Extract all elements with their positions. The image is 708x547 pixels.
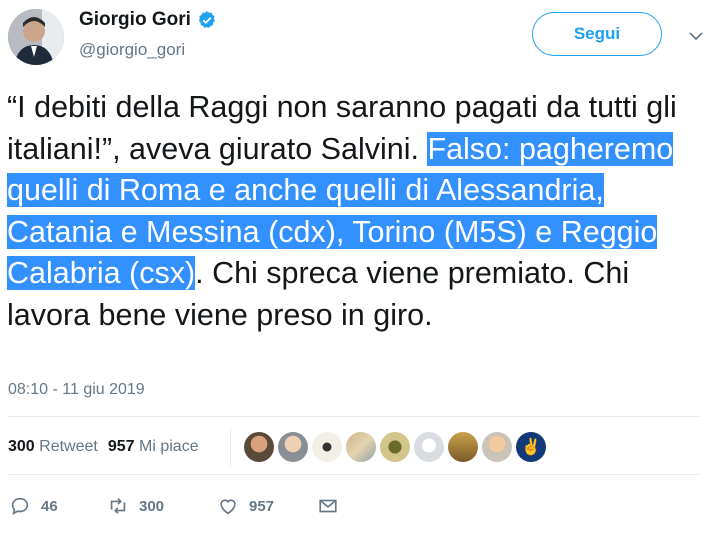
retweet-count: 300 (139, 497, 165, 515)
author-name-row[interactable]: Giorgio Gori (79, 9, 217, 31)
tweet-text: “I debiti della Raggi non saranno pagati… (7, 87, 702, 336)
retweet-button[interactable]: 300 (107, 495, 217, 517)
liker-avatar[interactable] (414, 432, 444, 462)
liker-avatar[interactable] (346, 432, 376, 462)
engagement-stats: 300 Retweet 957 Mi piace (8, 438, 199, 456)
author-handle[interactable]: @giorgio_gori (79, 40, 185, 60)
divider-top (8, 416, 700, 417)
liker-avatar[interactable] (278, 432, 308, 462)
reply-button[interactable]: 46 (9, 495, 107, 517)
verified-badge-icon (198, 11, 215, 28)
tweet-actions: 46 300 957 (9, 495, 339, 517)
author-avatar[interactable] (8, 9, 64, 65)
tweet-timestamp[interactable]: 08:10 - 11 giu 2019 (8, 381, 145, 399)
follow-button[interactable]: Segui (532, 12, 662, 56)
liker-avatar[interactable] (244, 432, 274, 462)
liker-avatar[interactable]: ✌ (516, 432, 546, 462)
divider-bottom (8, 474, 700, 475)
envelope-icon (319, 499, 337, 513)
liker-avatars: ✌ (244, 432, 546, 462)
reply-count: 46 (41, 497, 58, 515)
message-button[interactable] (317, 495, 339, 517)
retweet-stat[interactable]: 300 Retweet (8, 438, 98, 456)
stats-separator (230, 428, 231, 466)
author-name[interactable]: Giorgio Gori (79, 9, 191, 31)
liker-avatar[interactable] (380, 432, 410, 462)
liker-avatar[interactable] (482, 432, 512, 462)
liker-avatar[interactable] (312, 432, 342, 462)
reply-icon (11, 497, 29, 515)
heart-icon (220, 499, 236, 515)
like-count: 957 (249, 497, 275, 515)
like-stat[interactable]: 957 Mi piace (108, 438, 199, 456)
retweet-icon (110, 498, 126, 514)
liker-avatar[interactable] (448, 432, 478, 462)
chevron-down-icon[interactable] (686, 26, 706, 46)
like-button[interactable]: 957 (217, 495, 317, 517)
